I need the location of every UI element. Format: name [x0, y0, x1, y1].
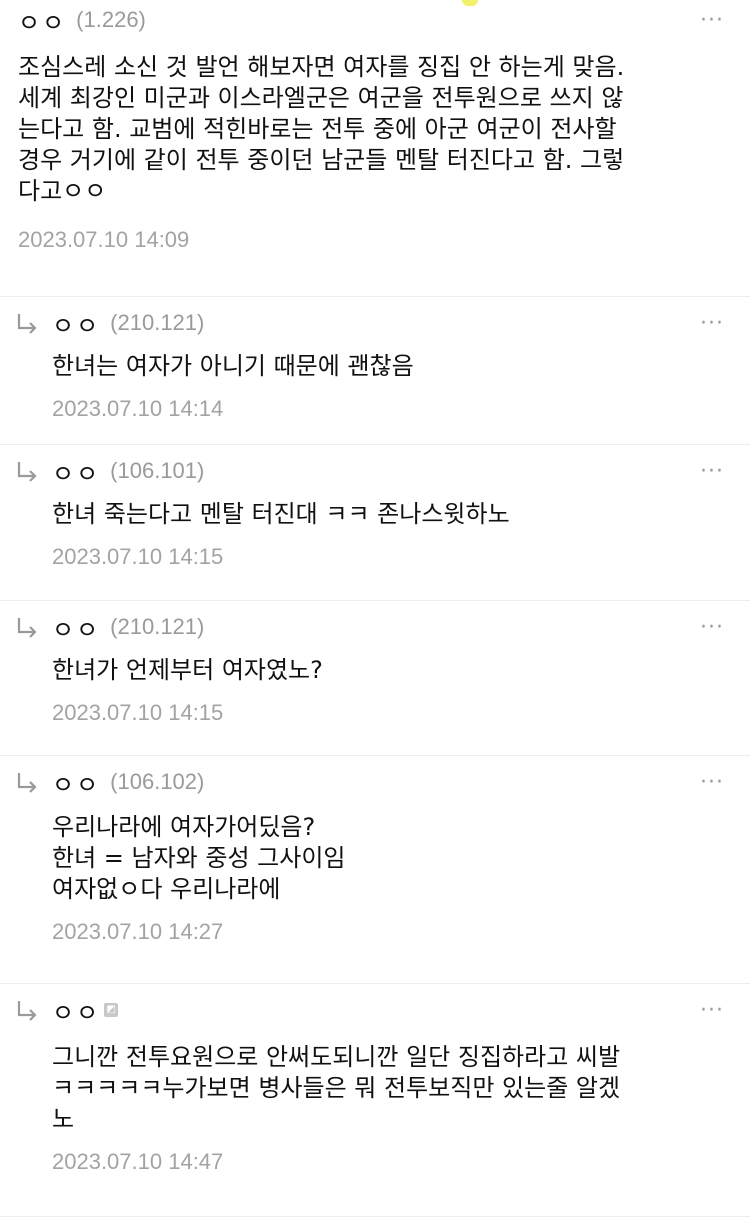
comment-text: 조심스레 소신 것 발언 해보자면 여자를 징집 안 하는게 맞음. 세계 최강…: [18, 53, 625, 205]
nickname[interactable]: ㅇㅇ: [18, 3, 66, 38]
reply-header: ㅇㅇ (210.121) ···: [52, 297, 732, 343]
nickname[interactable]: ㅇㅇ: [52, 610, 100, 645]
more-options-icon[interactable]: ···: [700, 8, 724, 33]
reply-header: ㅇㅇ (106.102) ···: [52, 756, 732, 802]
nickname[interactable]: ㅇㅇ: [52, 306, 100, 341]
reply-date: 2023.07.10 14:47: [52, 1149, 224, 1174]
reply-item: ㅇㅇ ◩ ··· 그니깐 전투요원으로 안써도되니깐 일단 징집하라고 씨발 ㅋ…: [0, 984, 750, 1217]
ip-address: (210.121): [110, 310, 205, 335]
reply-header: ㅇㅇ (210.121) ···: [52, 601, 732, 647]
more-options-icon[interactable]: ···: [700, 311, 724, 336]
reply-item: ㅇㅇ (106.101) ··· 한녀 죽는다고 멘탈 터진대 ㅋㅋ 존나스윗하…: [0, 445, 750, 601]
ip-address: (106.102): [110, 769, 205, 794]
reply-item: ㅇㅇ (106.102) ··· 우리나라에 여자가어딨음? 한녀 = 남자와 …: [0, 756, 750, 984]
ip-address: (210.121): [110, 614, 205, 639]
reply-text: 한녀가 언제부터 여자였노?: [52, 656, 323, 684]
reply-text: 한녀 죽는다고 멘탈 터진대 ㅋㅋ 존나스윗하노: [52, 500, 510, 528]
comment: ㅇㅇ (1.226) ··· 조심스레 소신 것 발언 해보자면 여자를 징집 …: [0, 0, 750, 297]
reply-arrow-icon: [17, 314, 37, 334]
ip-address: (1.226): [76, 7, 146, 32]
reply-header: ㅇㅇ ◩ ···: [52, 984, 732, 1030]
comment-date: 2023.07.10 14:09: [18, 227, 190, 252]
reply-arrow-icon: [17, 773, 37, 793]
reply-arrow-icon: [17, 618, 37, 638]
reply-text: 우리나라에 여자가어딨음? 한녀 = 남자와 중성 그사이임 여자없ㅇ다 우리나…: [52, 813, 346, 903]
nickname[interactable]: ㅇㅇ: [52, 454, 100, 489]
reply-text: 한녀는 여자가 아니기 때문에 괜찮음: [52, 352, 414, 380]
reply-date: 2023.07.10 14:27: [52, 919, 224, 944]
more-options-icon[interactable]: ···: [700, 770, 724, 795]
reply-item: ㅇㅇ (210.121) ··· 한녀가 언제부터 여자였노? 2023.07.…: [0, 601, 750, 756]
reply-date: 2023.07.10 14:15: [52, 700, 224, 725]
member-badge-icon: ◩: [104, 1003, 119, 1017]
reply-arrow-icon: [17, 1001, 37, 1021]
ip-address: (106.101): [110, 458, 205, 483]
reply-item: ㅇㅇ (210.121) ··· 한녀는 여자가 아니기 때문에 괜찮음 202…: [0, 297, 750, 445]
comment-header: ㅇㅇ (1.226) ···: [18, 0, 732, 40]
more-options-icon[interactable]: ···: [700, 459, 724, 484]
reply-arrow-icon: [17, 462, 37, 482]
more-options-icon[interactable]: ···: [700, 998, 724, 1023]
reply-text: 그니깐 전투요원으로 안써도되니깐 일단 징집하라고 씨발 ㅋㅋㅋㅋㅋ누가보면 …: [52, 1043, 621, 1133]
nickname[interactable]: ㅇㅇ: [52, 993, 100, 1028]
reply-date: 2023.07.10 14:14: [52, 396, 224, 421]
more-options-icon[interactable]: ···: [700, 615, 724, 640]
reply-header: ㅇㅇ (106.101) ···: [52, 445, 732, 491]
nickname[interactable]: ㅇㅇ: [52, 765, 100, 800]
reply-date: 2023.07.10 14:15: [52, 544, 224, 569]
